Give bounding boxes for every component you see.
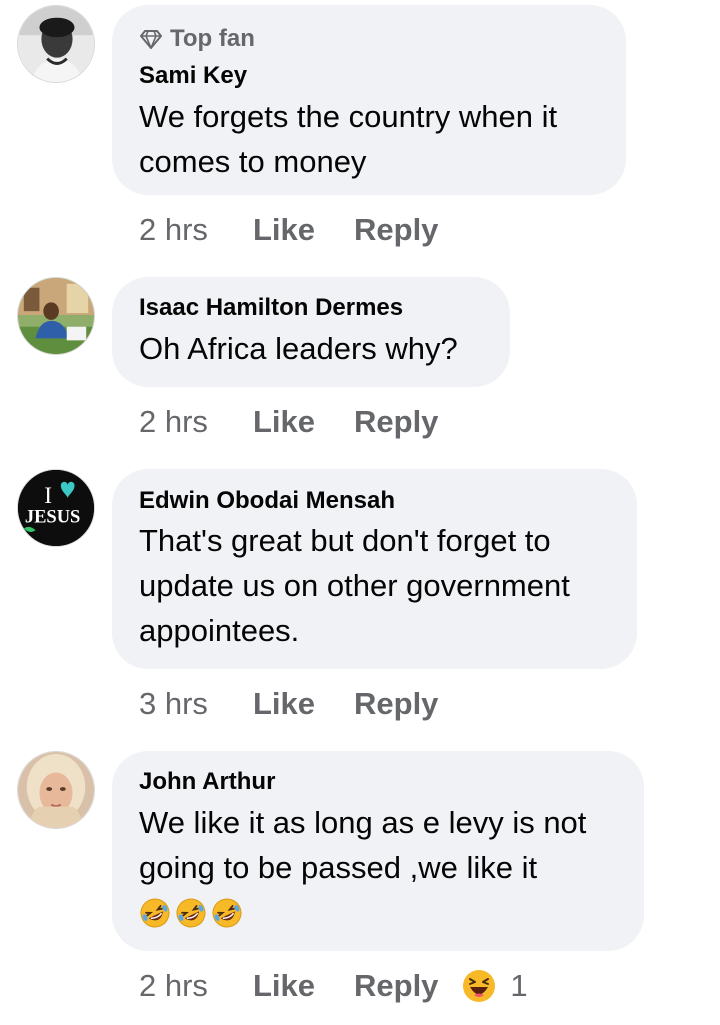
comment-line: comes to money xyxy=(139,144,367,179)
comment-actions: 3 hrs Like Reply xyxy=(139,684,438,724)
comment-bubble: John Arthur We like it as long as e levy… xyxy=(112,751,644,951)
comment-text: Oh Africa leaders why? xyxy=(139,326,458,371)
rolling-on-floor-laughing-emoji xyxy=(140,898,170,927)
comment-line: That's great but don't forget to xyxy=(139,523,551,558)
profile-photo xyxy=(18,6,94,82)
comment-line: We like it as long as e levy is not xyxy=(139,805,587,840)
badge-label: Top fan xyxy=(170,25,255,52)
comment-actions: 2 hrs Like Reply xyxy=(139,402,438,442)
like-button[interactable]: Like xyxy=(253,404,354,440)
like-button[interactable]: Like xyxy=(253,686,354,722)
comment-line: update us on other government xyxy=(139,568,570,603)
comment-author[interactable]: Sami Key xyxy=(139,62,247,90)
comment-actions: 2 hrs Like Reply 1 xyxy=(139,966,528,1006)
diamond-icon xyxy=(140,30,162,49)
reaction-count: 1 xyxy=(510,968,528,1003)
comment-line: going to be passed ,we like it xyxy=(139,850,538,885)
comment-actions: 2 hrs Like Reply xyxy=(139,210,438,250)
comment-timestamp[interactable]: 2 hrs xyxy=(139,968,253,1004)
comment-bubble: Isaac Hamilton Dermes Oh Africa leaders … xyxy=(112,277,510,387)
avatar[interactable] xyxy=(17,5,95,83)
avatar-word: JESUS xyxy=(25,508,81,528)
comment-author[interactable]: Isaac Hamilton Dermes xyxy=(139,294,403,322)
rolling-on-floor-laughing-emoji xyxy=(176,898,206,927)
profile-photo: I JESUS xyxy=(18,470,94,546)
rolling-on-floor-laughing-emoji xyxy=(212,898,242,927)
comment-text: We forgets the country when it comes to … xyxy=(139,94,557,184)
comment-timestamp[interactable]: 3 hrs xyxy=(139,686,253,722)
avatar[interactable] xyxy=(17,751,95,829)
profile-photo xyxy=(18,278,94,354)
avatar-letter: I xyxy=(44,483,52,509)
reply-button[interactable]: Reply xyxy=(354,212,438,248)
like-button[interactable]: Like xyxy=(253,212,354,248)
comment-timestamp[interactable]: 2 hrs xyxy=(139,404,253,440)
comment-line: We forgets the country when it xyxy=(139,99,558,134)
comment-author[interactable]: John Arthur xyxy=(139,768,275,796)
like-button[interactable]: Like xyxy=(253,968,354,1004)
reply-button[interactable]: Reply xyxy=(354,404,438,440)
comment-text: We like it as long as e levy is not goin… xyxy=(139,800,586,935)
haha-reaction-icon xyxy=(463,970,496,1002)
comment-line: Oh Africa leaders why? xyxy=(139,331,458,366)
comment-bubble: Edwin Obodai Mensah That's great but don… xyxy=(112,469,637,669)
emoji-line xyxy=(139,890,586,935)
comment-line: appointees. xyxy=(139,613,300,648)
avatar[interactable]: I JESUS xyxy=(17,469,95,547)
avatar[interactable] xyxy=(17,277,95,355)
reply-button[interactable]: Reply xyxy=(354,686,438,722)
comment-text: That's great but don't forget to update … xyxy=(139,518,570,653)
comment-timestamp[interactable]: 2 hrs xyxy=(139,212,253,248)
reply-button[interactable]: Reply xyxy=(354,968,438,1004)
comment-bubble: Top fan Sami Key We forgets the country … xyxy=(112,5,626,195)
profile-photo xyxy=(18,752,94,828)
comment-author[interactable]: Edwin Obodai Mensah xyxy=(139,487,395,515)
reaction-summary[interactable]: 1 xyxy=(462,968,528,1004)
top-fan-badge[interactable]: Top fan xyxy=(139,25,255,53)
